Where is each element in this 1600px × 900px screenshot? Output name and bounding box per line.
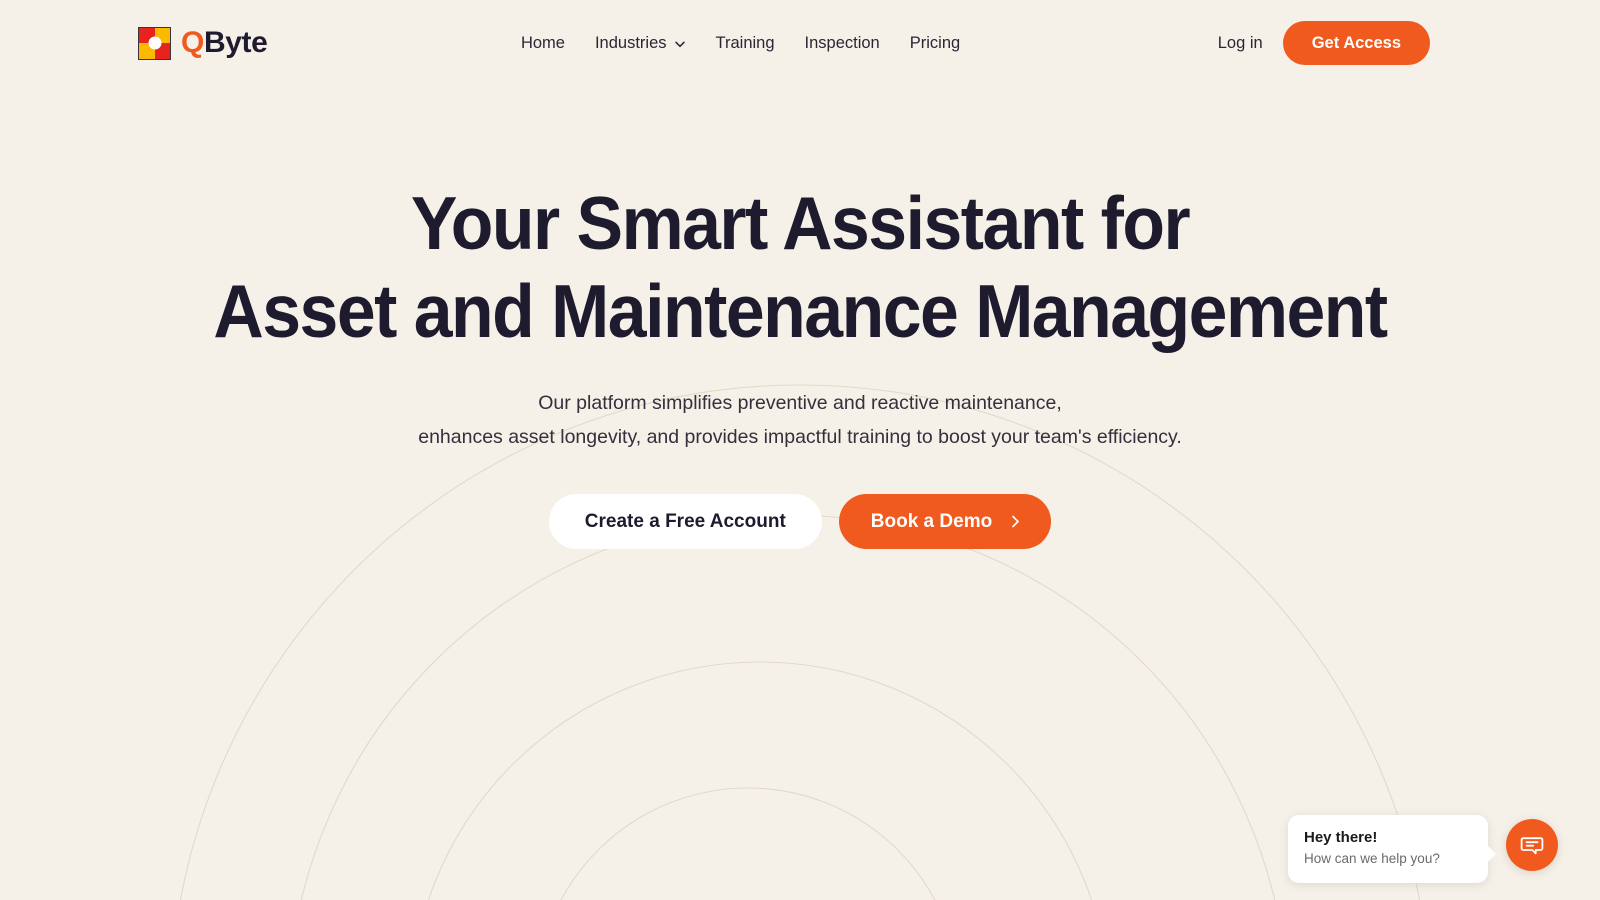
book-a-demo-button[interactable]: Book a Demo [838, 494, 1052, 550]
brand-name-rest: Byte [203, 26, 268, 59]
nav-item-pricing[interactable]: Pricing [910, 34, 960, 53]
brand-name-q: Q [181, 26, 204, 59]
chevron-right-icon [1012, 515, 1020, 528]
page-title: Your Smart Assistant for Asset and Maint… [56, 186, 1544, 349]
headline-line-1: Your Smart Assistant for [410, 181, 1191, 265]
chat-greeting-title: Hey there! [1304, 829, 1378, 846]
nav-item-label: Industries [594, 33, 667, 52]
nav-item-training[interactable]: Training [716, 34, 775, 53]
create-free-account-button[interactable]: Create a Free Account [548, 494, 822, 550]
hero-subtitle: Our platform simplifies preventive and r… [0, 387, 1600, 454]
header-actions: Log in Get Access [1214, 20, 1430, 66]
ring-outer-2 [300, 514, 1276, 900]
chat-launcher-button[interactable] [1506, 819, 1558, 871]
chat-greeting-bubble[interactable]: Hey there! How can we help you? [1288, 815, 1496, 884]
nav-item-home[interactable]: Home [521, 34, 565, 53]
nav-item-label: Training [715, 33, 775, 52]
book-a-demo-label: Book a Demo [870, 511, 993, 533]
subtitle-line-2: enhances asset longevity, and provides i… [418, 425, 1182, 448]
primary-navigation: Home Industries Training Inspection Pric… [521, 34, 960, 53]
chevron-down-icon [674, 41, 685, 48]
qbyte-checker-logo-icon [138, 26, 171, 60]
brand-logo[interactable]: QByte [138, 26, 268, 60]
ring-mid [427, 661, 1093, 900]
nav-item-label: Home [520, 33, 565, 52]
chat-message-icon [1520, 837, 1544, 855]
headline-line-2: Asset and Maintenance Management [213, 269, 1388, 353]
login-link[interactable]: Log in [1214, 28, 1267, 59]
subtitle-line-1: Our platform simplifies preventive and r… [538, 392, 1062, 414]
hero-section: Your Smart Assistant for Asset and Maint… [0, 86, 1600, 550]
site-header: QByte Home Industries Training Inspectio… [0, 0, 1600, 86]
nav-item-label: Pricing [909, 33, 961, 52]
nav-item-inspection[interactable]: Inspection [805, 34, 880, 53]
hero-cta-row: Create a Free Account Book a Demo [0, 494, 1600, 550]
get-access-button[interactable]: Get Access [1282, 20, 1430, 66]
brand-name: QByte [181, 26, 268, 59]
nav-item-industries[interactable]: Industries [595, 34, 686, 53]
chat-greeting-prompt: How can we help you? [1304, 851, 1440, 867]
nav-item-label: Inspection [804, 33, 880, 52]
ring-inner-1 [560, 787, 936, 900]
